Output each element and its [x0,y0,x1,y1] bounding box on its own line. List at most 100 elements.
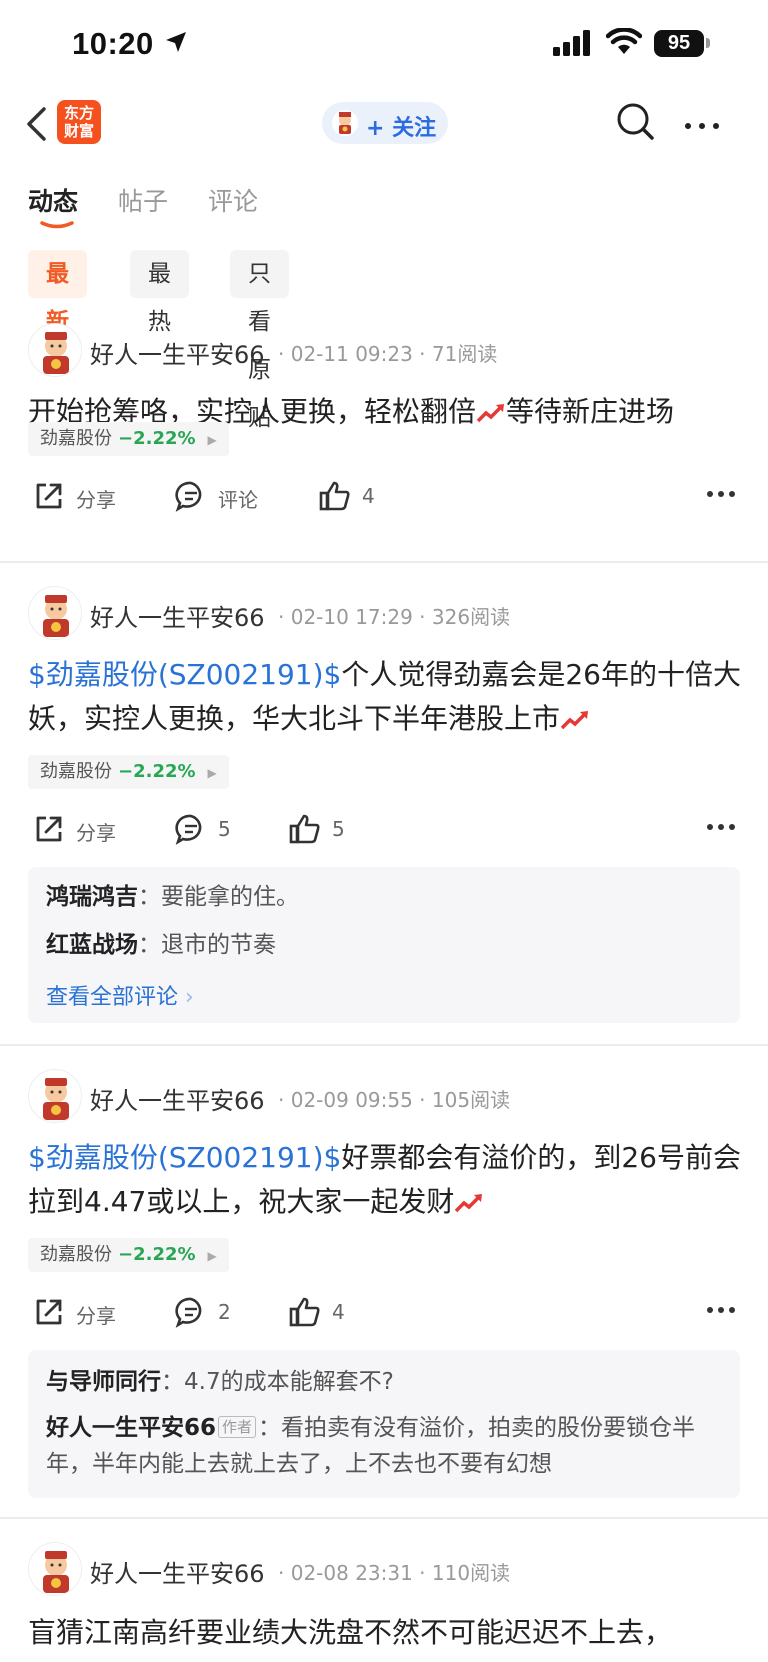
wifi-icon [606,28,642,54]
comment-text: 要能拿的住。 [161,884,299,910]
post-body[interactable]: $劲嘉股份(SZ002191)$个人觉得劲嘉会是26年的十倍大妖，实控人更换，华… [28,653,743,741]
post-author[interactable]: 好人一生平安66 [90,1554,265,1589]
filter-original-only[interactable]: 只看原贴 [230,250,289,431]
comment-item: 与导师同行：4.7的成本能解套不? [46,1369,394,1395]
stock-change: −2.22% [118,761,196,782]
caret-right-icon: ▶ [207,766,217,780]
like-count: 4 [332,1300,345,1324]
filter-hottest[interactable]: 最热 [130,250,189,335]
share-label: 分享 [76,1304,116,1328]
battery-indicator: 95 [654,30,704,57]
back-arrow-icon[interactable] [24,106,48,142]
comment-count: 5 [218,817,231,841]
comment-author[interactable]: 好人一生平安66 [46,1415,216,1441]
filter-latest[interactable]: 最新 [28,250,87,335]
post-reads: 71阅读 [431,342,498,366]
post-author[interactable]: 好人一生平安66 [90,335,265,370]
comment-preview-box[interactable]: 鸿瑞鸿吉：要能拿的住。 红蓝战场：退市的节奏 查看全部评论 › [28,867,740,1023]
trend-up-icon [560,711,589,730]
share-icon [36,1299,62,1325]
post-date: 02-10 17:29 [290,605,413,629]
share-label: 分享 [76,488,116,512]
post-author[interactable]: 好人一生平安66 [90,598,265,633]
user-avatar[interactable] [28,1069,82,1123]
chevron-right-icon: › [185,985,194,1010]
comment-author[interactable]: 红蓝战场 [46,932,138,958]
thumbs-up-icon [289,814,320,844]
comment-item: 红蓝战场：退市的节奏 [46,932,276,958]
follow-label: + 关注 [366,116,437,141]
comment-preview-box[interactable]: 与导师同行：4.7的成本能解套不? 好人一生平安66 作者 ：看拍卖有没有溢价，拍卖… [28,1350,740,1498]
trend-up-icon [476,404,505,423]
stock-name: 劲嘉股份 [40,1244,112,1265]
logo-text-top: 东方 [63,104,94,122]
comment-text: 4.7的成本能解套不? [184,1369,394,1395]
post-date: 02-08 23:31 [290,1561,413,1585]
location-arrow-icon [166,32,186,52]
comment-author[interactable]: 鸿瑞鸿吉 [46,884,138,910]
view-all-comments-link[interactable]: 查看全部评论 › [46,979,194,1011]
comment-label: 评论 [218,488,258,512]
tab-dynamic[interactable]: 动态 [28,182,78,218]
like-count: 4 [362,484,375,508]
stock-name: 劲嘉股份 [40,761,112,782]
tab-comments[interactable]: 评论 [208,182,258,218]
stock-tag[interactable]: 劲嘉股份 −2.22% ▶ [28,422,229,456]
nav-bar: 东方 财富 + 关注 [0,92,768,156]
stock-mention-link[interactable]: $劲嘉股份(SZ002191)$ [28,658,341,691]
caret-right-icon: ▶ [207,1249,217,1263]
post-author[interactable]: 好人一生平安66 [90,1081,265,1116]
stock-mention-link[interactable]: $劲嘉股份(SZ002191)$ [28,1141,341,1174]
post-more-icon[interactable] [706,1306,736,1314]
user-avatar[interactable] [28,323,82,377]
post-meta: · 02-09 09:55 · 105阅读 [278,1088,511,1112]
post-more-icon[interactable] [706,490,736,498]
post-actions: 分享 5 5 [0,809,768,849]
post-meta: · 02-11 09:23 · 71阅读 [278,342,498,366]
search-icon[interactable] [616,102,656,142]
stock-tag[interactable]: 劲嘉股份 −2.22% ▶ [28,755,229,789]
post-date: 02-09 09:55 [290,1088,413,1112]
post-divider [0,561,768,563]
post-reads: 110阅读 [431,1561,511,1585]
share-icon [36,483,62,509]
status-bar: 10:20 95 [0,0,768,90]
battery-tip [706,38,710,48]
thumbs-up-icon [319,481,350,511]
caret-right-icon: ▶ [207,433,217,447]
logo-text-bottom: 财富 [63,122,94,140]
stock-tag[interactable]: 劲嘉股份 −2.22% ▶ [28,1238,229,1272]
comment-text: 退市的节奏 [161,932,276,958]
cellular-signal-icon [553,30,590,56]
post-divider [0,1044,768,1046]
more-options-icon[interactable] [684,122,720,130]
like-count: 5 [332,817,345,841]
follow-avatar [332,110,358,136]
tab-posts[interactable]: 帖子 [118,182,168,218]
post-divider [0,1517,768,1519]
status-time: 10:20 [72,26,154,61]
post-reads: 326阅读 [431,605,511,629]
share-label: 分享 [76,821,116,845]
author-badge: 作者 [218,1416,257,1438]
follow-button[interactable]: + 关注 [322,102,448,144]
post-date: 02-11 09:23 [290,342,413,366]
app-logo[interactable]: 东方 财富 [57,100,101,144]
post-more-icon[interactable] [706,823,736,831]
comment-item: 好人一生平安66 作者 ：看拍卖有没有溢价，拍卖的股份要锁仓半年，半年内能上去就上去… [46,1415,696,1477]
active-tab-underline [40,221,74,229]
tab-bar: 动态 帖子 评论 [0,178,768,229]
post-meta: · 02-10 17:29 · 326阅读 [278,605,511,629]
post-text-after: 等待新庄进场 [506,395,675,428]
user-avatar[interactable] [28,586,82,640]
comment-icon [175,814,202,845]
view-all-label: 查看全部评论 [46,985,179,1010]
stock-change: −2.22% [118,428,196,449]
post-actions: 分享 评论 4 [0,476,768,516]
post-reads: 105阅读 [431,1088,511,1112]
post-body[interactable]: 盲猜江南高纤要业绩大洗盘不然不可能迟迟不上去， [28,1611,743,1655]
comment-count: 2 [218,1300,231,1324]
comment-author[interactable]: 与导师同行 [46,1369,161,1395]
post-body[interactable]: $劲嘉股份(SZ002191)$好票都会有溢价的，到26号前会拉到4.47或以上… [28,1136,743,1224]
user-avatar[interactable] [28,1542,82,1596]
